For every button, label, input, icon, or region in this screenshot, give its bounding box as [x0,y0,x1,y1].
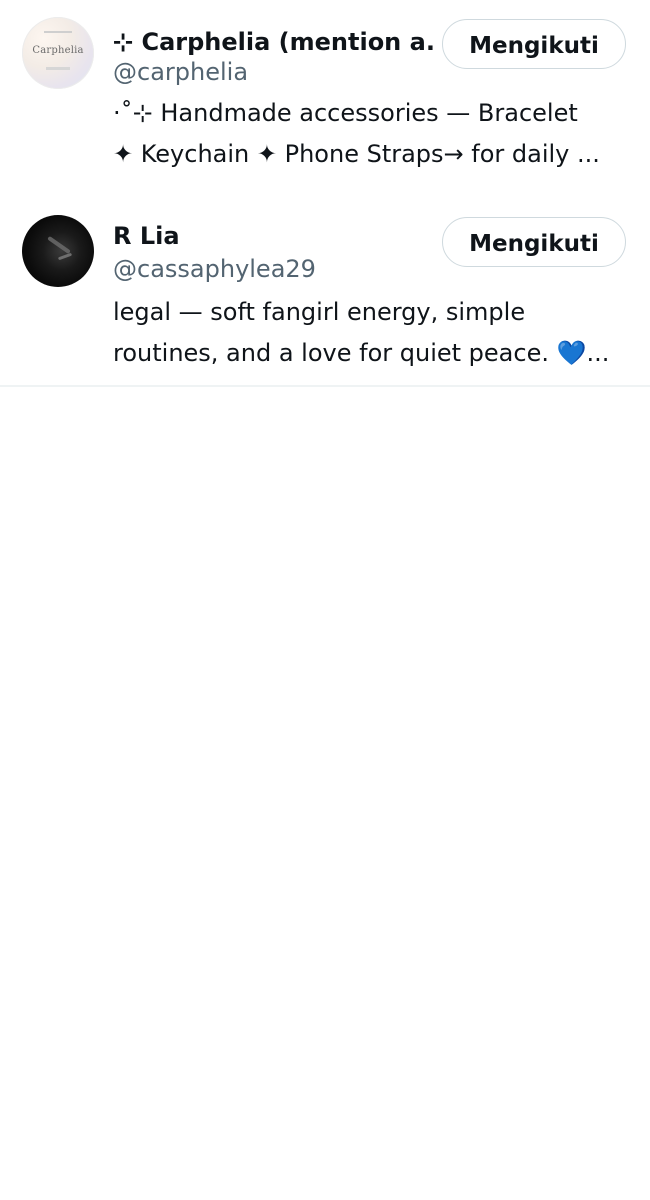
following-button[interactable]: Mengikuti [442,19,626,69]
following-button[interactable]: Mengikuti [442,217,626,267]
display-name[interactable]: ⊹ Carphelia (mention a... [113,27,433,57]
bio-line: routines, and a love for quiet peace. 💙.… [113,339,610,367]
user-handle[interactable]: @cassaphylea29 [113,254,316,284]
avatar-decoration [47,235,71,255]
user-bio: ·˚⊹ Handmade accessories — Bracelet ✦ Ke… [113,93,633,175]
user-handle[interactable]: @carphelia [113,57,248,87]
avatar-decoration [57,252,73,261]
bio-line: ·˚⊹ Handmade accessories — Bracelet [113,99,578,127]
avatar[interactable] [22,215,94,287]
avatar-decoration [46,67,70,70]
bio-line: legal — soft fangirl energy, simple [113,298,526,326]
list-divider [0,385,650,387]
avatar[interactable]: Carphelia [22,17,94,89]
avatar-decoration [44,31,72,33]
avatar-logo-text: Carphelia [32,45,84,56]
display-name[interactable]: R Lia [113,221,433,251]
user-bio: legal — soft fangirl energy, simple rout… [113,292,633,374]
bio-line: ✦ Keychain ✦ Phone Straps→ for daily ... [113,140,600,168]
